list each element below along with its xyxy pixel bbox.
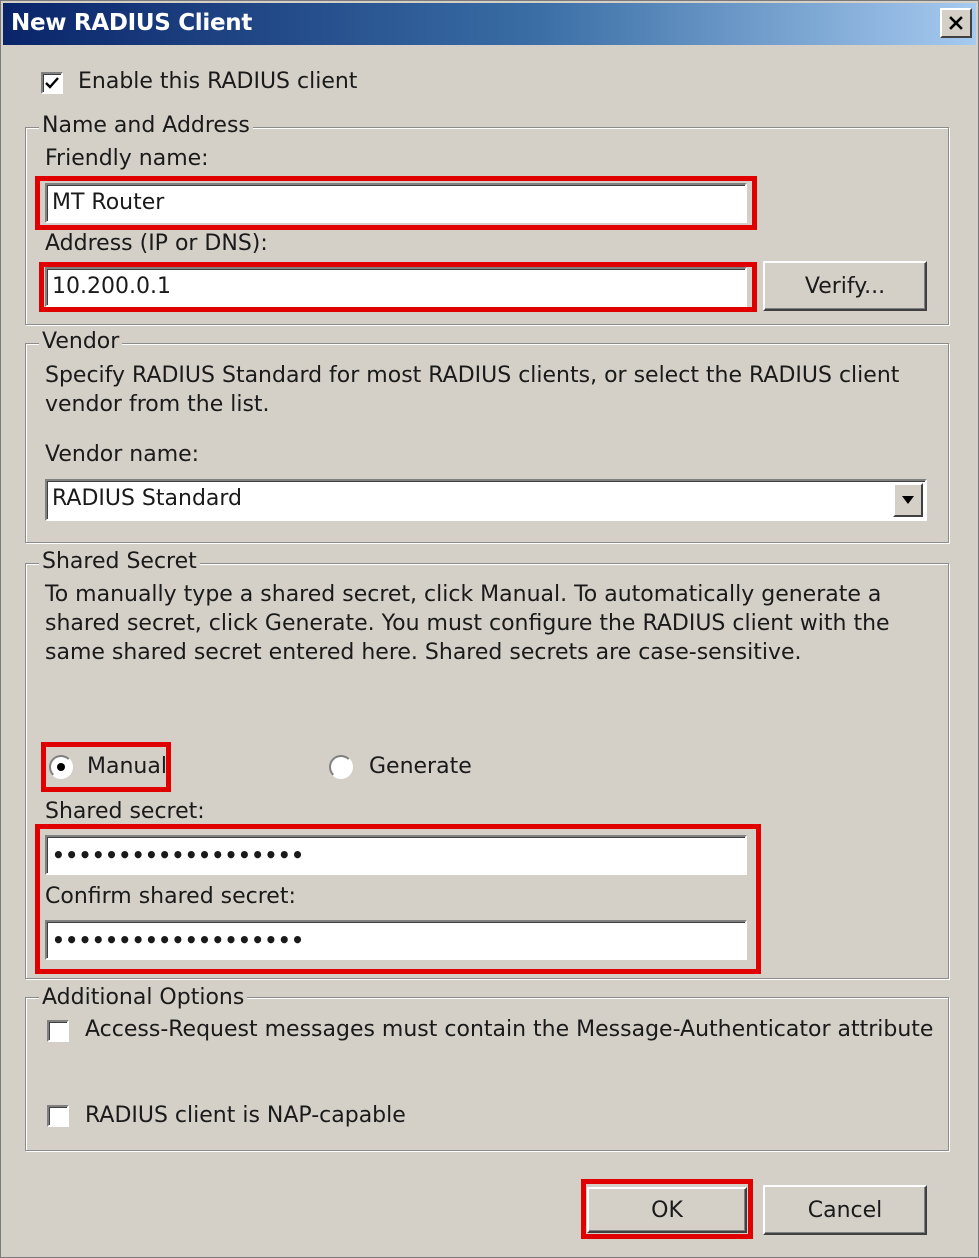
friendly-name-label: Friendly name: xyxy=(45,146,209,171)
vendor-name-value: RADIUS Standard xyxy=(52,486,243,511)
close-button[interactable] xyxy=(940,8,972,38)
generate-radio[interactable] xyxy=(329,755,353,779)
ok-button[interactable]: OK xyxy=(587,1187,747,1233)
title-bar[interactable]: New RADIUS Client xyxy=(3,3,976,45)
vendor-legend: Vendor xyxy=(39,329,123,354)
message-authenticator-checkbox[interactable] xyxy=(47,1020,69,1042)
shared-secret-label: Shared secret: xyxy=(45,799,205,824)
chevron-down-icon xyxy=(902,496,914,504)
nap-capable-label: RADIUS client is NAP-capable xyxy=(85,1103,406,1128)
nap-capable-checkbox[interactable] xyxy=(47,1105,69,1127)
dropdown-button[interactable] xyxy=(893,483,923,517)
manual-label: Manual xyxy=(87,754,167,779)
vendor-name-select[interactable]: RADIUS Standard xyxy=(45,479,927,521)
friendly-name-input[interactable]: MT Router xyxy=(45,183,747,223)
additional-options-legend: Additional Options xyxy=(39,985,248,1010)
cancel-button[interactable]: Cancel xyxy=(763,1185,927,1235)
manual-radio[interactable] xyxy=(49,755,73,779)
radius-client-dialog: New RADIUS Client Enable this RADIUS cli… xyxy=(0,0,979,1258)
verify-button[interactable]: Verify... xyxy=(763,261,927,311)
address-input[interactable]: 10.200.0.1 xyxy=(45,267,747,307)
radio-selected-dot xyxy=(57,763,65,771)
generate-label: Generate xyxy=(369,754,472,779)
confirm-secret-input[interactable]: ••••••••••••••••••• xyxy=(45,920,747,960)
shared-secret-input[interactable]: ••••••••••••••••••• xyxy=(45,835,747,875)
confirm-secret-label: Confirm shared secret: xyxy=(45,884,296,909)
vendor-name-label: Vendor name: xyxy=(45,442,200,467)
message-authenticator-label: Access-Request messages must contain the… xyxy=(85,1017,934,1042)
dialog-title: New RADIUS Client xyxy=(11,10,253,36)
checkmark-icon xyxy=(45,77,59,89)
enable-client-checkbox[interactable] xyxy=(41,72,63,94)
close-icon xyxy=(949,16,963,30)
enable-client-label: Enable this RADIUS client xyxy=(78,69,358,94)
shared-secret-legend: Shared Secret xyxy=(39,549,200,574)
address-label: Address (IP or DNS): xyxy=(45,231,268,256)
vendor-description: Specify RADIUS Standard for most RADIUS … xyxy=(45,363,900,417)
name-address-legend: Name and Address xyxy=(39,113,253,138)
shared-secret-description: To manually type a shared secret, click … xyxy=(45,582,890,665)
